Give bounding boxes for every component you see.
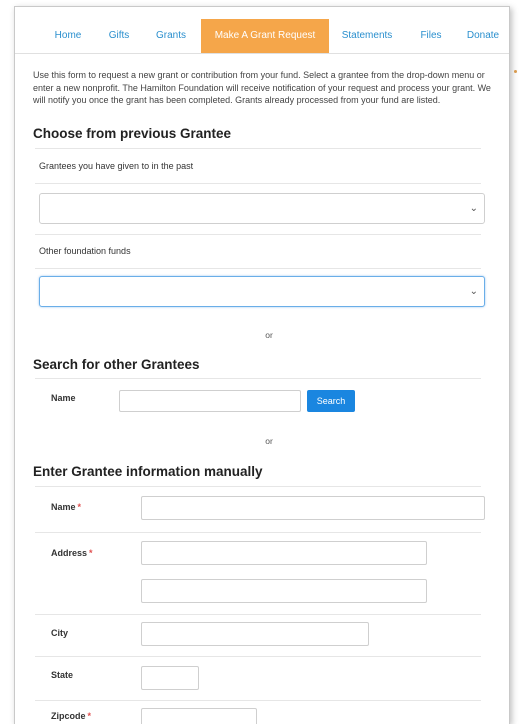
- divider: [35, 183, 481, 184]
- chevron-down-icon: ⌄: [469, 285, 478, 297]
- or-separator: or: [265, 436, 273, 446]
- tab-donate[interactable]: Donate: [461, 19, 505, 53]
- divider: [35, 148, 481, 149]
- divider: [35, 486, 481, 487]
- address-label: Address *: [51, 548, 93, 558]
- divider: [35, 234, 481, 235]
- search-button[interactable]: Search: [307, 390, 355, 412]
- edge-mark: [514, 70, 517, 73]
- state-label: State: [51, 670, 74, 680]
- grant-request-window: Home Gifts Grants Make A Grant Request S…: [14, 6, 510, 724]
- divider: [35, 532, 481, 533]
- search-name-input[interactable]: [119, 390, 301, 412]
- tab-gifts[interactable]: Gifts: [99, 19, 139, 53]
- divider: [35, 268, 481, 269]
- required-marker: *: [87, 711, 92, 721]
- other-funds-select[interactable]: ⌄: [39, 276, 485, 307]
- intro-text: Use this form to request a new grant or …: [33, 70, 491, 105]
- tab-grants[interactable]: Grants: [149, 19, 193, 53]
- tab-files[interactable]: Files: [411, 19, 451, 53]
- address-line-2-input[interactable]: [141, 579, 427, 603]
- required-marker: *: [77, 502, 82, 512]
- tab-make-a-grant-request[interactable]: Make A Grant Request: [201, 19, 329, 53]
- zipcode-label: Zipcode *: [51, 711, 92, 721]
- manual-name-label: Name *: [51, 502, 82, 512]
- city-input[interactable]: [141, 622, 369, 646]
- or-separator: or: [265, 330, 273, 340]
- search-grantees-heading: Search for other Grantees: [33, 357, 200, 372]
- top-nav: Home Gifts Grants Make A Grant Request S…: [15, 19, 509, 54]
- manual-entry-heading: Enter Grantee information manually: [33, 464, 263, 479]
- manual-name-input[interactable]: [141, 496, 485, 520]
- required-marker: *: [89, 548, 93, 558]
- chevron-down-icon: ⌄: [469, 202, 478, 214]
- divider: [35, 700, 481, 701]
- tab-home[interactable]: Home: [45, 19, 91, 53]
- search-name-label: Name: [51, 393, 76, 403]
- past-grantees-label: Grantees you have given to in the past: [39, 161, 194, 171]
- address-line-1-input[interactable]: [141, 541, 427, 565]
- tab-statements[interactable]: Statements: [337, 19, 397, 53]
- divider: [35, 378, 481, 379]
- state-input[interactable]: [141, 666, 199, 690]
- previous-grantee-heading: Choose from previous Grantee: [33, 126, 232, 141]
- divider: [35, 656, 481, 657]
- other-funds-label: Other foundation funds: [39, 246, 131, 256]
- divider: [35, 614, 481, 615]
- past-grantees-select[interactable]: ⌄: [39, 193, 485, 224]
- zipcode-input[interactable]: [141, 708, 257, 724]
- city-label: City: [51, 628, 69, 638]
